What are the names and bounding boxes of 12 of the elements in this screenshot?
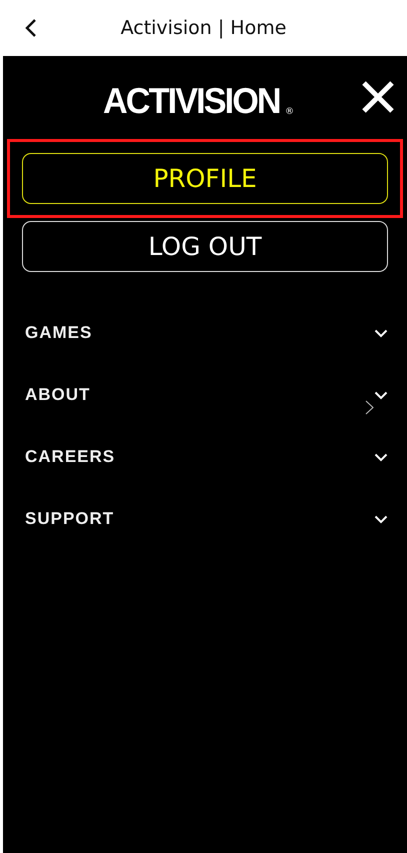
page-title: Activision | Home [120, 17, 286, 39]
profile-button[interactable]: PROFILE [22, 153, 388, 204]
menu-item[interactable]: GAMES [3, 302, 407, 364]
close-icon[interactable] [361, 80, 395, 114]
menu-item[interactable]: ABOUT [3, 364, 407, 426]
menu-item[interactable]: SUPPORT [3, 488, 407, 550]
menu-item[interactable]: CAREERS [3, 426, 407, 488]
logo-wordmark: ACTIVISION [103, 83, 280, 119]
logout-button[interactable]: LOG OUT [22, 221, 388, 272]
registered-mark: ® [285, 107, 294, 117]
back-icon[interactable] [24, 18, 38, 38]
chevron-right-icon [365, 400, 374, 415]
